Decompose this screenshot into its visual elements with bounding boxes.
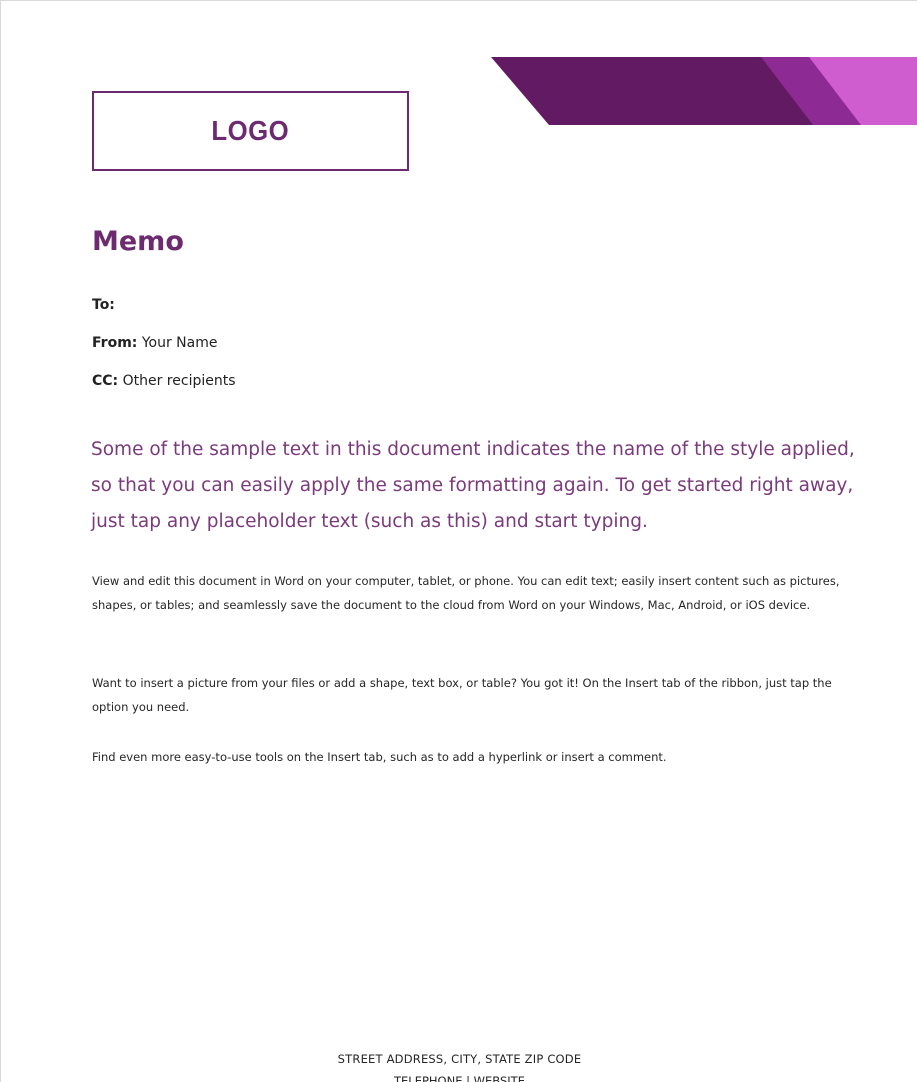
header-banner-graphic <box>491 57 917 127</box>
cc-label: CC: <box>92 373 119 389</box>
from-value: Your Name <box>141 335 218 351</box>
from-line[interactable]: From: Your Name <box>92 335 217 351</box>
from-label: From: <box>92 335 138 351</box>
cc-line[interactable]: CC: Other recipients <box>92 373 236 389</box>
footer-contact[interactable]: TELEPHONE | WEBSITE <box>1 1074 917 1082</box>
body-paragraph[interactable]: View and edit this document in Word on y… <box>92 569 852 617</box>
footer-address[interactable]: STREET ADDRESS, CITY, STATE ZIP CODE <box>1 1052 917 1066</box>
cc-value: Other recipients <box>122 373 236 389</box>
to-line[interactable]: To: <box>92 297 115 313</box>
memo-page: LOGO Memo To: From: Your Name CC: Other … <box>0 0 917 1082</box>
logo-label: LOGO <box>211 115 290 146</box>
body-paragraph[interactable]: Find even more easy-to-use tools on the … <box>92 745 852 769</box>
logo-placeholder[interactable]: LOGO <box>92 91 409 171</box>
memo-title: Memo <box>92 226 184 257</box>
body-paragraph[interactable]: Want to insert a picture from your files… <box>92 671 852 719</box>
to-label: To: <box>92 297 115 313</box>
intro-paragraph[interactable]: Some of the sample text in this document… <box>91 432 866 540</box>
